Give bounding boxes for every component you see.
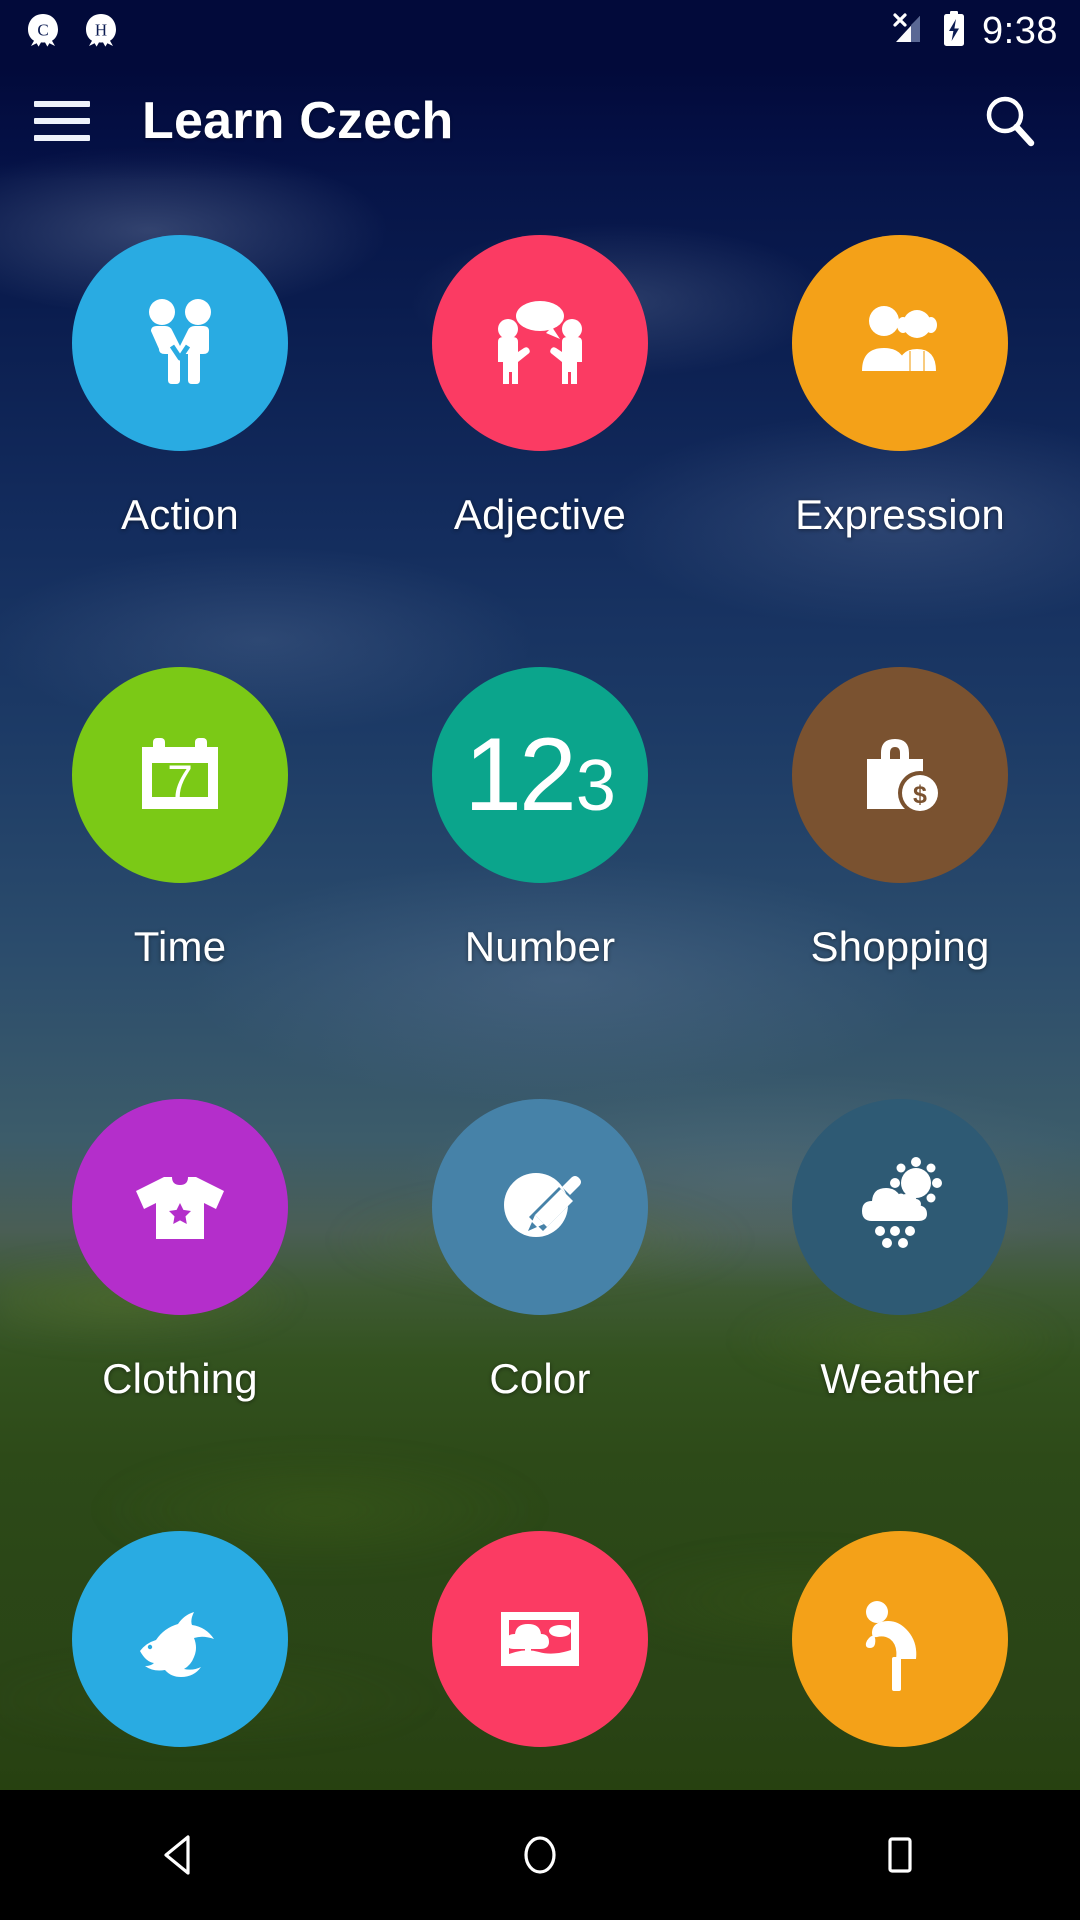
menu-line <box>34 118 90 124</box>
dolphin-icon <box>140 1612 214 1677</box>
couple-icon <box>862 306 937 371</box>
category-bubble <box>72 1531 288 1747</box>
home-circle-icon[interactable] <box>460 1790 620 1920</box>
recents-square-icon[interactable] <box>820 1790 980 1920</box>
handshake-icon <box>149 299 211 384</box>
category-bubble <box>432 1099 648 1315</box>
palette-pencil-icon <box>504 1173 581 1237</box>
menu-line <box>34 101 90 107</box>
category-label: Time <box>133 923 227 970</box>
category-label: Color <box>489 1355 591 1402</box>
category-label: Weather <box>820 1355 980 1402</box>
sun-cloud-snow-icon <box>862 1157 942 1248</box>
hamburger-menu-icon[interactable] <box>34 88 100 154</box>
tshirt-star-icon <box>136 1177 224 1239</box>
category-bubble <box>72 1099 288 1315</box>
no-sim-signal-icon <box>886 9 926 54</box>
category-clothing[interactable]: Clothing <box>0 1069 360 1501</box>
category-label: Action <box>121 491 239 538</box>
calendar-day-number: 7 <box>167 755 193 808</box>
category-time[interactable]: 7 Time <box>0 637 360 1069</box>
category-weather[interactable]: Weather <box>720 1069 1080 1501</box>
category-bubble <box>792 1099 1008 1315</box>
notification-badge-letter: H <box>95 21 107 40</box>
category-label: Clothing <box>102 1355 258 1402</box>
svg-text:$: $ <box>913 781 927 809</box>
category-grid: Action Adjective Expression 7 Time 12 3 … <box>0 205 1080 1920</box>
phone-screen: C H 9:38 Learn Czech Action Adjective Ex… <box>0 0 1080 1920</box>
people-talking-icon <box>498 301 582 384</box>
android-navigation-bar <box>0 1790 1080 1920</box>
status-bar-clock: 9:38 <box>982 10 1058 52</box>
category-label: Adjective <box>453 491 627 538</box>
category-expression[interactable]: Expression <box>720 205 1080 637</box>
category-label: Shopping <box>810 923 990 970</box>
category-bubble <box>432 235 648 451</box>
battery-charging-icon <box>940 9 968 54</box>
notification-badge-letter: C <box>37 21 48 40</box>
category-label: Number <box>464 923 616 970</box>
category-bubble: 7 <box>72 667 288 883</box>
page-title: Learn Czech <box>142 92 454 150</box>
category-bubble: 12 3 <box>432 667 648 883</box>
category-bubble <box>72 235 288 451</box>
app-bar: Learn Czech <box>0 62 1080 180</box>
category-adjective[interactable]: Adjective <box>360 205 720 637</box>
status-bar-system-icons: 9:38 <box>886 9 1058 54</box>
category-number[interactable]: 12 3 Number <box>360 637 720 1069</box>
landscape-photo-icon <box>501 1612 579 1666</box>
category-color[interactable]: Color <box>360 1069 720 1501</box>
category-bubble <box>432 1531 648 1747</box>
status-bar-notifications: C H <box>22 10 122 52</box>
number-digits-large: 12 <box>464 717 577 833</box>
number-digits-small: 3 <box>575 746 616 826</box>
category-bubble <box>792 1531 1008 1747</box>
category-shopping[interactable]: $ Shopping <box>720 637 1080 1069</box>
status-bar: C H 9:38 <box>0 0 1080 62</box>
person-bending-icon <box>865 1601 917 1691</box>
category-action[interactable]: Action <box>0 205 360 637</box>
back-triangle-icon[interactable] <box>100 1790 260 1920</box>
category-label: Expression <box>795 491 1005 538</box>
category-bubble: $ <box>792 667 1008 883</box>
numbers-123-icon: 12 3 <box>464 723 616 827</box>
notification-badge-c: C <box>22 10 64 52</box>
search-icon[interactable] <box>974 85 1046 157</box>
shopping-bag-dollar-icon: $ <box>867 739 942 815</box>
category-bubble <box>792 235 1008 451</box>
menu-line <box>34 135 90 141</box>
notification-badge-h: H <box>80 10 122 52</box>
